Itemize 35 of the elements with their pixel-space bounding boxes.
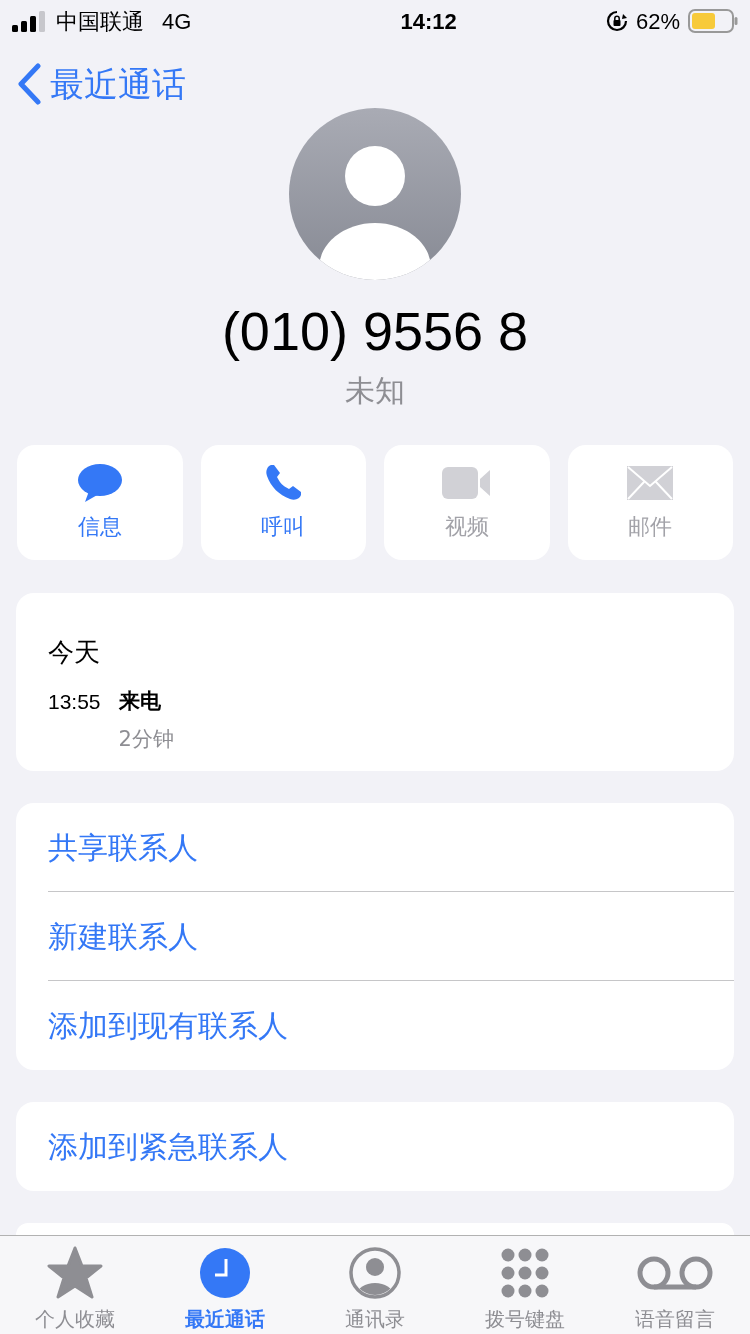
keypad-tab[interactable]: 拨号键盘 — [450, 1236, 600, 1334]
contact-action-item[interactable]: 新建联系人 — [48, 892, 734, 981]
contact-action-item[interactable]: 共享联系人 — [48, 803, 734, 892]
number-label: 未知 — [344, 372, 406, 410]
keypad-icon — [499, 1247, 551, 1299]
speech-bubble-icon — [76, 463, 123, 503]
back-chevron-icon — [16, 63, 42, 105]
add-emergency-contact-button[interactable]: 添加到紧急联系人 — [48, 1124, 288, 1169]
battery-icon — [688, 9, 738, 33]
avatar-icon — [289, 108, 461, 280]
carrier-name: 中国联通 — [56, 7, 144, 36]
phone-icon — [263, 463, 304, 503]
call-date: 今天 — [48, 636, 101, 669]
message-action-button[interactable]: 信息 — [17, 445, 183, 560]
recents-tab[interactable]: 最近通话 — [150, 1236, 300, 1334]
rotation-lock-icon — [605, 10, 628, 32]
person-circle-icon — [349, 1247, 401, 1299]
contacts-tab[interactable]: 通讯录 — [300, 1236, 450, 1334]
voicemail-icon — [637, 1255, 713, 1291]
envelope-icon — [627, 466, 674, 500]
video-camera-icon — [441, 466, 492, 500]
star-icon — [47, 1246, 103, 1300]
battery-percent: 62% — [635, 7, 680, 36]
favorites-tab[interactable]: 个人收藏 — [0, 1236, 150, 1334]
contact-action-item[interactable]: 添加到现有联系人 — [48, 981, 734, 1070]
call-duration: 2分钟 — [118, 725, 174, 753]
call-action-button[interactable]: 呼叫 — [200, 445, 366, 560]
voicemail-tab[interactable]: 语音留言 — [600, 1236, 750, 1334]
clock-icon — [199, 1247, 251, 1299]
call-type: 来电 — [118, 688, 162, 715]
back-button[interactable]: 最近通话 — [16, 58, 186, 110]
network-type: 4G — [162, 7, 192, 36]
signal-icon — [12, 10, 46, 32]
status-time: 14:12 — [400, 7, 457, 36]
call-time: 13:55 — [48, 689, 101, 715]
